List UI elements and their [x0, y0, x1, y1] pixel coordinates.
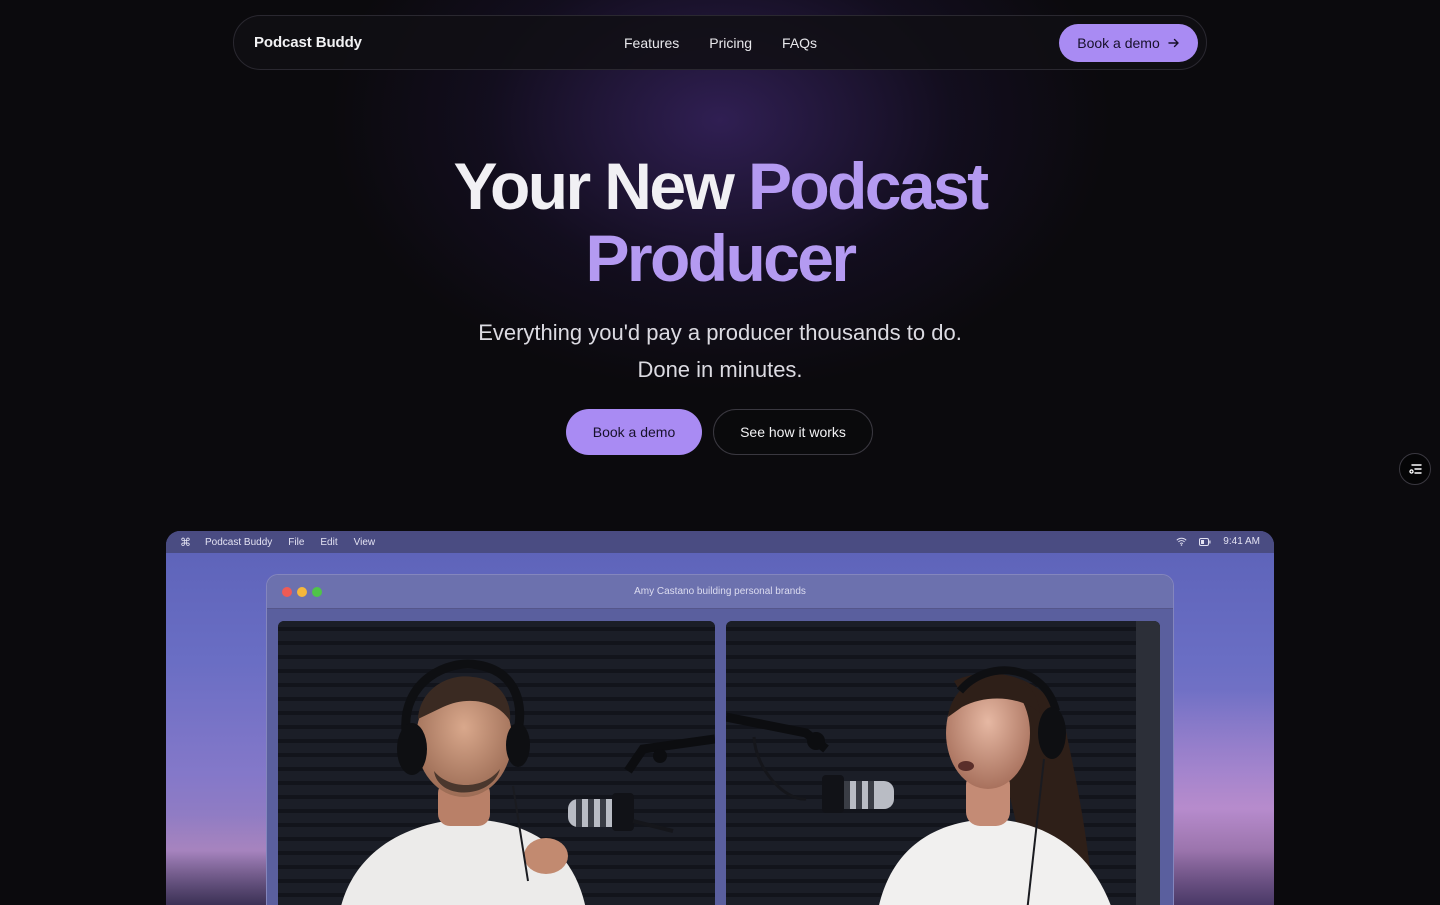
menubar-view: View: [353, 536, 376, 548]
floating-menu-button[interactable]: [1399, 453, 1431, 485]
nav-link-faqs[interactable]: FAQs: [782, 35, 817, 51]
menubar-edit: Edit: [320, 536, 338, 548]
arrow-right-icon: [1168, 38, 1179, 48]
wifi-icon: [1176, 537, 1187, 546]
list-filter-icon: [1409, 464, 1422, 474]
menubar-time: 9:41 AM: [1223, 536, 1260, 547]
hero-subtitle-line1: Everything you'd pay a producer thousand…: [478, 320, 962, 345]
guest-illustration: [726, 621, 1160, 905]
command-icon: ⌘: [180, 536, 191, 549]
nav-link-features[interactable]: Features: [624, 35, 679, 51]
top-navbar: Podcast Buddy Features Pricing FAQs Book…: [233, 15, 1207, 70]
host-illustration: [341, 659, 715, 905]
battery-icon: [1199, 537, 1211, 546]
window-titlebar: Amy Castano building personal brands: [267, 575, 1173, 609]
window-title: Amy Castano building personal brands: [634, 586, 806, 597]
nav-book-demo-button[interactable]: Book a demo: [1059, 24, 1198, 62]
hero-subtitle: Everything you'd pay a producer thousand…: [0, 314, 1440, 388]
hero-title: Your New Podcast Producer: [0, 150, 1440, 294]
mac-menubar: ⌘ Podcast Buddy File Edit View 9:41 AM: [166, 531, 1274, 553]
hero-subtitle-line2: Done in minutes.: [637, 357, 803, 382]
app-preview-desktop: ⌘ Podcast Buddy File Edit View 9:41 AM A…: [166, 531, 1274, 905]
wallpaper-sky: [1164, 691, 1274, 905]
app-window: Amy Castano building personal brands: [266, 574, 1174, 905]
hero-title-white: Your New: [453, 149, 735, 223]
hero-title-accent-2: Producer: [585, 221, 858, 295]
hero-book-demo-button[interactable]: Book a demo: [566, 409, 702, 455]
see-how-it-works-button[interactable]: See how it works: [713, 409, 873, 455]
menubar-file: File: [288, 536, 305, 548]
brand-logo[interactable]: Podcast Buddy: [254, 34, 362, 51]
menubar-app-name: Podcast Buddy: [205, 536, 273, 548]
video-feed-guest: [726, 621, 1160, 905]
menubar-status: 9:41 AM: [1176, 536, 1260, 547]
video-feed-host: [278, 621, 715, 905]
hero-title-accent-1: Podcast: [747, 149, 989, 223]
nav-book-demo-label: Book a demo: [1077, 35, 1160, 51]
nav-link-pricing[interactable]: Pricing: [709, 35, 752, 51]
nav-links: Features Pricing FAQs: [624, 35, 817, 51]
